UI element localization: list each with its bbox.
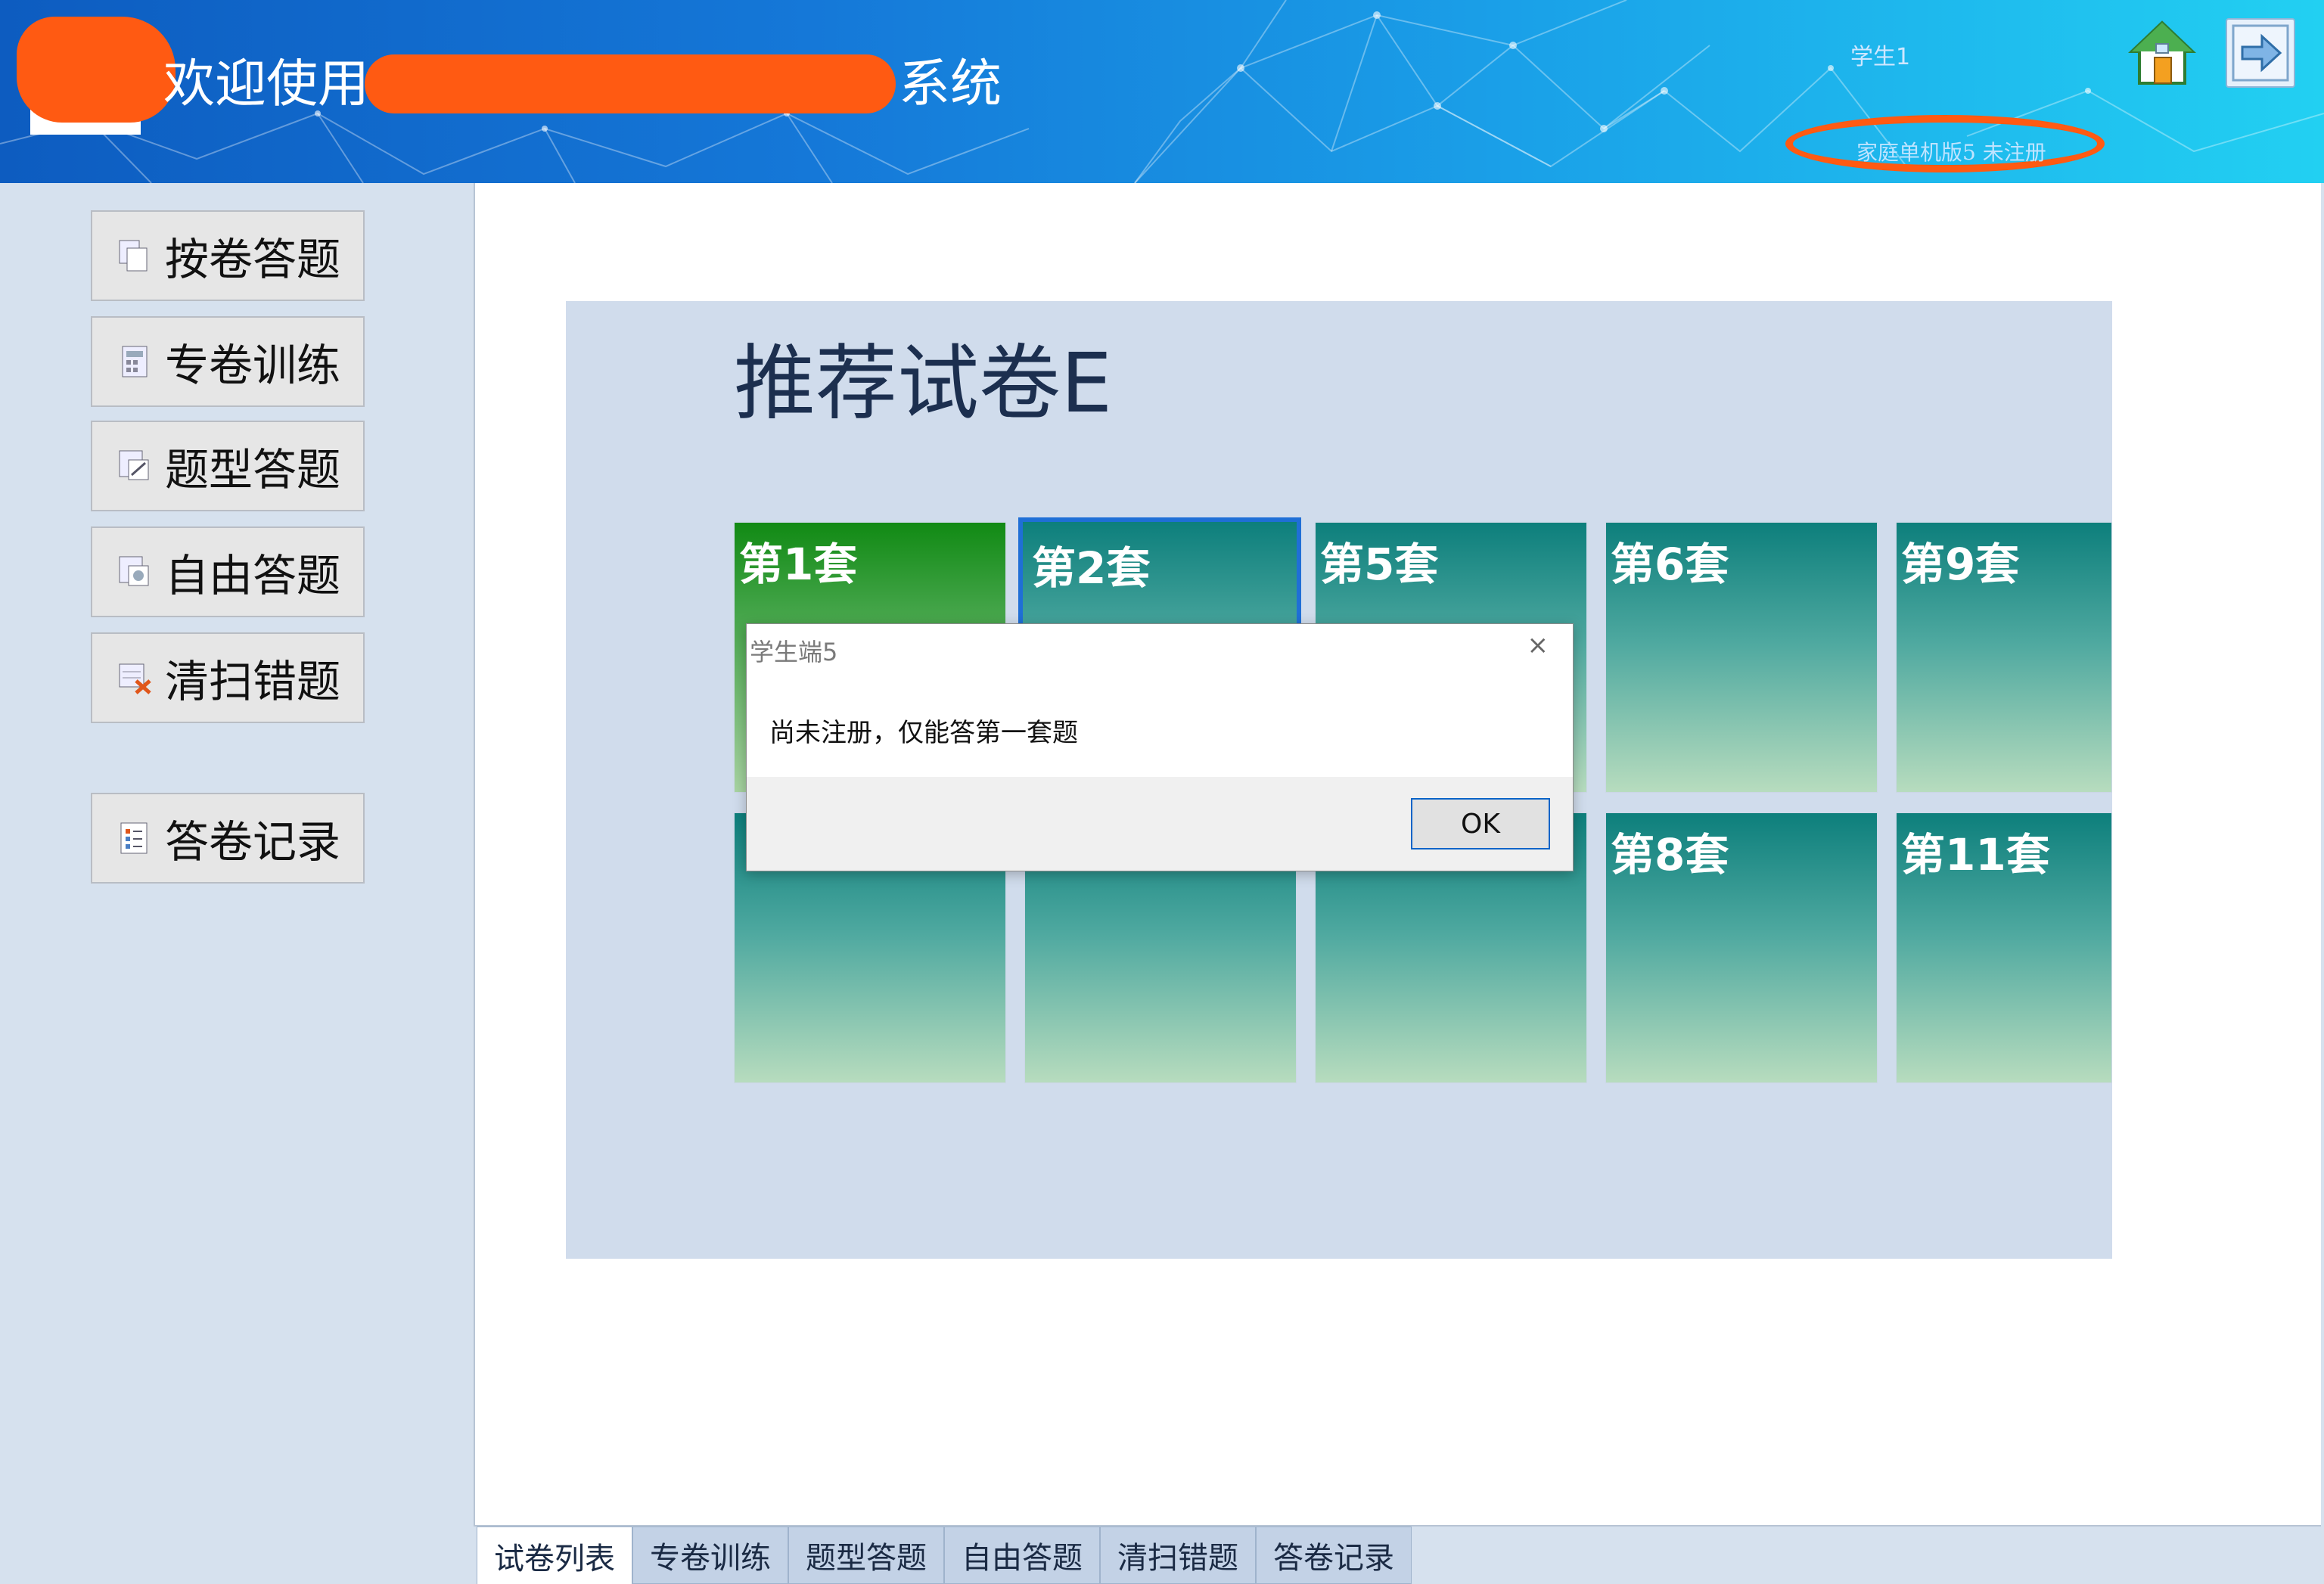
paper-tile-label: 第8套 [1611, 829, 1729, 881]
paper-tile-label: 第6套 [1611, 539, 1729, 590]
paper-tile[interactable]: 第8套 [1605, 812, 1878, 1083]
user-name: 学生1 [1850, 44, 1911, 70]
home-button[interactable] [2127, 18, 2197, 88]
paper-tile-label: 第1套 [739, 539, 858, 590]
nav-label: 自由答题 [165, 550, 341, 601]
paper-tile[interactable]: 第9套 [1896, 522, 2112, 793]
paper-tile-label: 第5套 [1320, 539, 1439, 590]
clear-errors-icon [118, 661, 151, 694]
exit-button[interactable] [2226, 18, 2295, 88]
home-icon [2127, 20, 2197, 85]
page-title: 推荐试卷E [734, 337, 1113, 431]
edition-status-badge: 家庭单机版5 未注册 [1785, 115, 2105, 172]
question-type-icon [118, 449, 151, 483]
tab-paper-list[interactable]: 试卷列表 [477, 1527, 632, 1584]
tab-free-answer[interactable]: 自由答题 [944, 1527, 1100, 1584]
app-header: 欢迎使用 系统 学生1 家庭单机版5 未注册 [0, 0, 2324, 183]
ok-button[interactable]: OK [1411, 798, 1550, 849]
exit-arrow-icon [2232, 24, 2289, 82]
nav-papers-button[interactable]: 按卷答题 [91, 210, 365, 301]
nav-label: 按卷答题 [165, 234, 341, 285]
nav-free-answer-button[interactable]: 自由答题 [91, 526, 365, 617]
nav-clear-errors-button[interactable]: 清扫错题 [91, 632, 365, 723]
nav-label: 清扫错题 [165, 656, 341, 707]
welcome-text: 欢迎使用 [163, 54, 370, 114]
free-answer-icon [118, 555, 151, 589]
tab-special-training[interactable]: 专卷训练 [632, 1527, 788, 1584]
tab-clear-errors[interactable]: 清扫错题 [1100, 1527, 1256, 1584]
message-dialog: 学生端5 × 尚未注册，仅能答第一套题 OK [746, 623, 1574, 871]
paper-tile[interactable]: 第11套 [1896, 812, 2112, 1083]
paper-tile[interactable]: 第6套 [1605, 522, 1878, 793]
tab-answer-record[interactable]: 答卷记录 [1256, 1527, 1412, 1584]
dialog-message: 尚未注册，仅能答第一套题 [769, 718, 1078, 748]
nav-special-training-button[interactable]: 专卷训练 [91, 316, 365, 407]
nav-answer-record-button[interactable]: 答卷记录 [91, 793, 365, 884]
record-icon [118, 822, 151, 855]
system-suffix-text: 系统 [899, 54, 1002, 114]
paper-tile-label: 第11套 [1901, 829, 2050, 881]
nav-label: 答卷记录 [165, 816, 341, 868]
papers-icon [118, 239, 151, 272]
calculator-icon [118, 345, 151, 378]
nav-question-type-button[interactable]: 题型答题 [91, 421, 365, 511]
paper-tile-label: 第2套 [1032, 542, 1151, 594]
paper-tile-label: 第9套 [1901, 539, 2020, 590]
redaction-mark [17, 17, 176, 123]
close-icon[interactable]: × [1527, 630, 1549, 660]
dialog-title: 学生端5 [750, 638, 838, 666]
nav-label: 专卷训练 [165, 340, 341, 391]
nav-label: 题型答题 [165, 444, 341, 495]
tab-question-type[interactable]: 题型答题 [788, 1527, 944, 1584]
redaction-mark [365, 54, 896, 113]
edition-status-text: 家庭单机版5 未注册 [1856, 140, 2046, 165]
